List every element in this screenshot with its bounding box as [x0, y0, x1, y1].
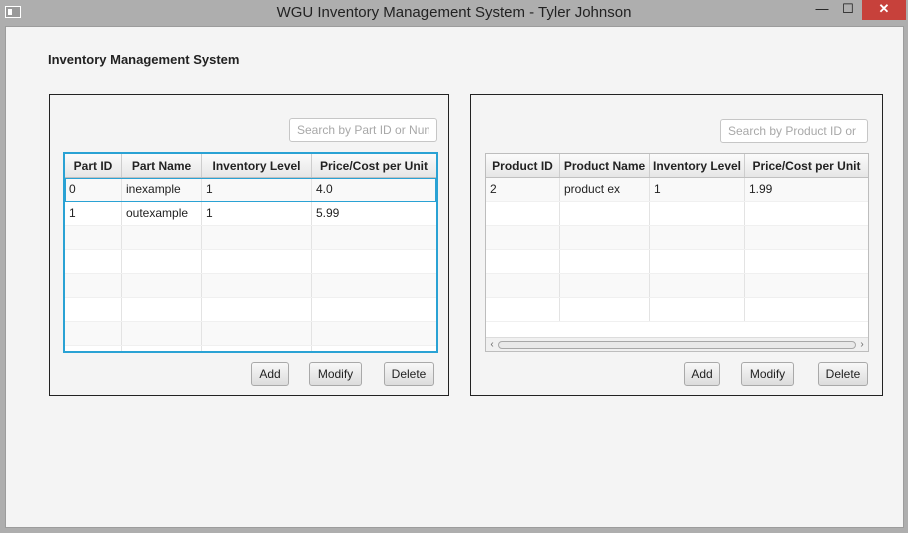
add-part-button[interactable]: Add — [251, 362, 289, 386]
column-header-part-name[interactable]: Part Name — [122, 154, 202, 177]
column-header-product-id[interactable]: Product ID — [486, 154, 560, 177]
products-table-header: Product ID Product Name Inventory Level … — [486, 154, 868, 178]
table-row[interactable]: 0 inexample 1 4.0 — [65, 178, 436, 202]
horizontal-scrollbar[interactable]: ‹ › — [486, 337, 868, 351]
column-header-part-id[interactable]: Part ID — [65, 154, 122, 177]
parts-panel: Part ID Part Name Inventory Level Price/… — [49, 94, 449, 396]
window-titlebar: WGU Inventory Management System - Tyler … — [0, 0, 908, 26]
add-product-button[interactable]: Add — [684, 362, 720, 386]
empty-row — [486, 298, 868, 322]
empty-row — [486, 226, 868, 250]
page-title: Inventory Management System — [48, 52, 240, 67]
cell-inventory-level: 1 — [202, 202, 312, 225]
empty-row — [65, 298, 436, 322]
cell-price: 5.99 — [316, 206, 340, 220]
table-row[interactable]: 1 outexample 1 5.99 — [65, 202, 436, 226]
window-title: WGU Inventory Management System - Tyler … — [276, 4, 632, 21]
products-table[interactable]: Product ID Product Name Inventory Level … — [485, 153, 869, 352]
delete-product-button[interactable]: Delete — [818, 362, 868, 386]
products-table-body: 2 product ex 1 1.99 — [486, 178, 868, 322]
empty-row — [65, 322, 436, 346]
empty-row — [65, 346, 436, 351]
column-header-inventory-level[interactable]: Inventory Level — [650, 154, 745, 177]
cell-part-name: inexample — [122, 178, 202, 201]
column-header-price[interactable]: Price/Cost per Unit — [312, 154, 436, 177]
scroll-right-icon[interactable]: › — [856, 338, 868, 351]
column-header-product-name[interactable]: Product Name — [560, 154, 650, 177]
scroll-left-icon[interactable]: ‹ — [486, 338, 498, 351]
close-button[interactable]: ✕ — [862, 0, 906, 20]
cell-inventory-level: 1 — [202, 178, 312, 201]
empty-row — [486, 274, 868, 298]
cell-product-id: 2 — [486, 178, 560, 201]
products-search-input[interactable] — [720, 119, 868, 143]
empty-row — [65, 226, 436, 250]
cell-product-name: product ex — [560, 178, 650, 201]
empty-row — [65, 274, 436, 298]
column-header-price[interactable]: Price/Cost per Unit — [745, 154, 868, 177]
maximize-button[interactable]: ☐ — [836, 0, 860, 20]
cell-price: 1.99 — [749, 182, 773, 196]
cell-inventory-level: 1 — [650, 178, 745, 201]
empty-row — [65, 250, 436, 274]
table-row[interactable]: 2 product ex 1 1.99 — [486, 178, 868, 202]
modify-part-button[interactable]: Modify — [309, 362, 362, 386]
products-panel: Product ID Product Name Inventory Level … — [470, 94, 883, 396]
scrollbar-thumb[interactable] — [498, 341, 856, 349]
empty-row — [486, 250, 868, 274]
modify-product-button[interactable]: Modify — [741, 362, 794, 386]
minimize-button[interactable]: — — [810, 0, 834, 20]
cell-price: 4.0 — [316, 182, 333, 196]
parts-table-header: Part ID Part Name Inventory Level Price/… — [65, 154, 436, 178]
cell-part-id: 0 — [65, 178, 122, 201]
parts-table[interactable]: Part ID Part Name Inventory Level Price/… — [63, 152, 438, 353]
parts-search-input[interactable] — [289, 118, 437, 142]
main-window: Inventory Management System Part ID Part… — [5, 26, 904, 528]
cell-part-name: outexample — [122, 202, 202, 225]
empty-row — [486, 202, 868, 226]
parts-table-body: 0 inexample 1 4.0 1 outexample 1 5.99 — [65, 178, 436, 351]
cell-part-id: 1 — [65, 202, 122, 225]
column-header-inventory-level[interactable]: Inventory Level — [202, 154, 312, 177]
delete-part-button[interactable]: Delete — [384, 362, 434, 386]
